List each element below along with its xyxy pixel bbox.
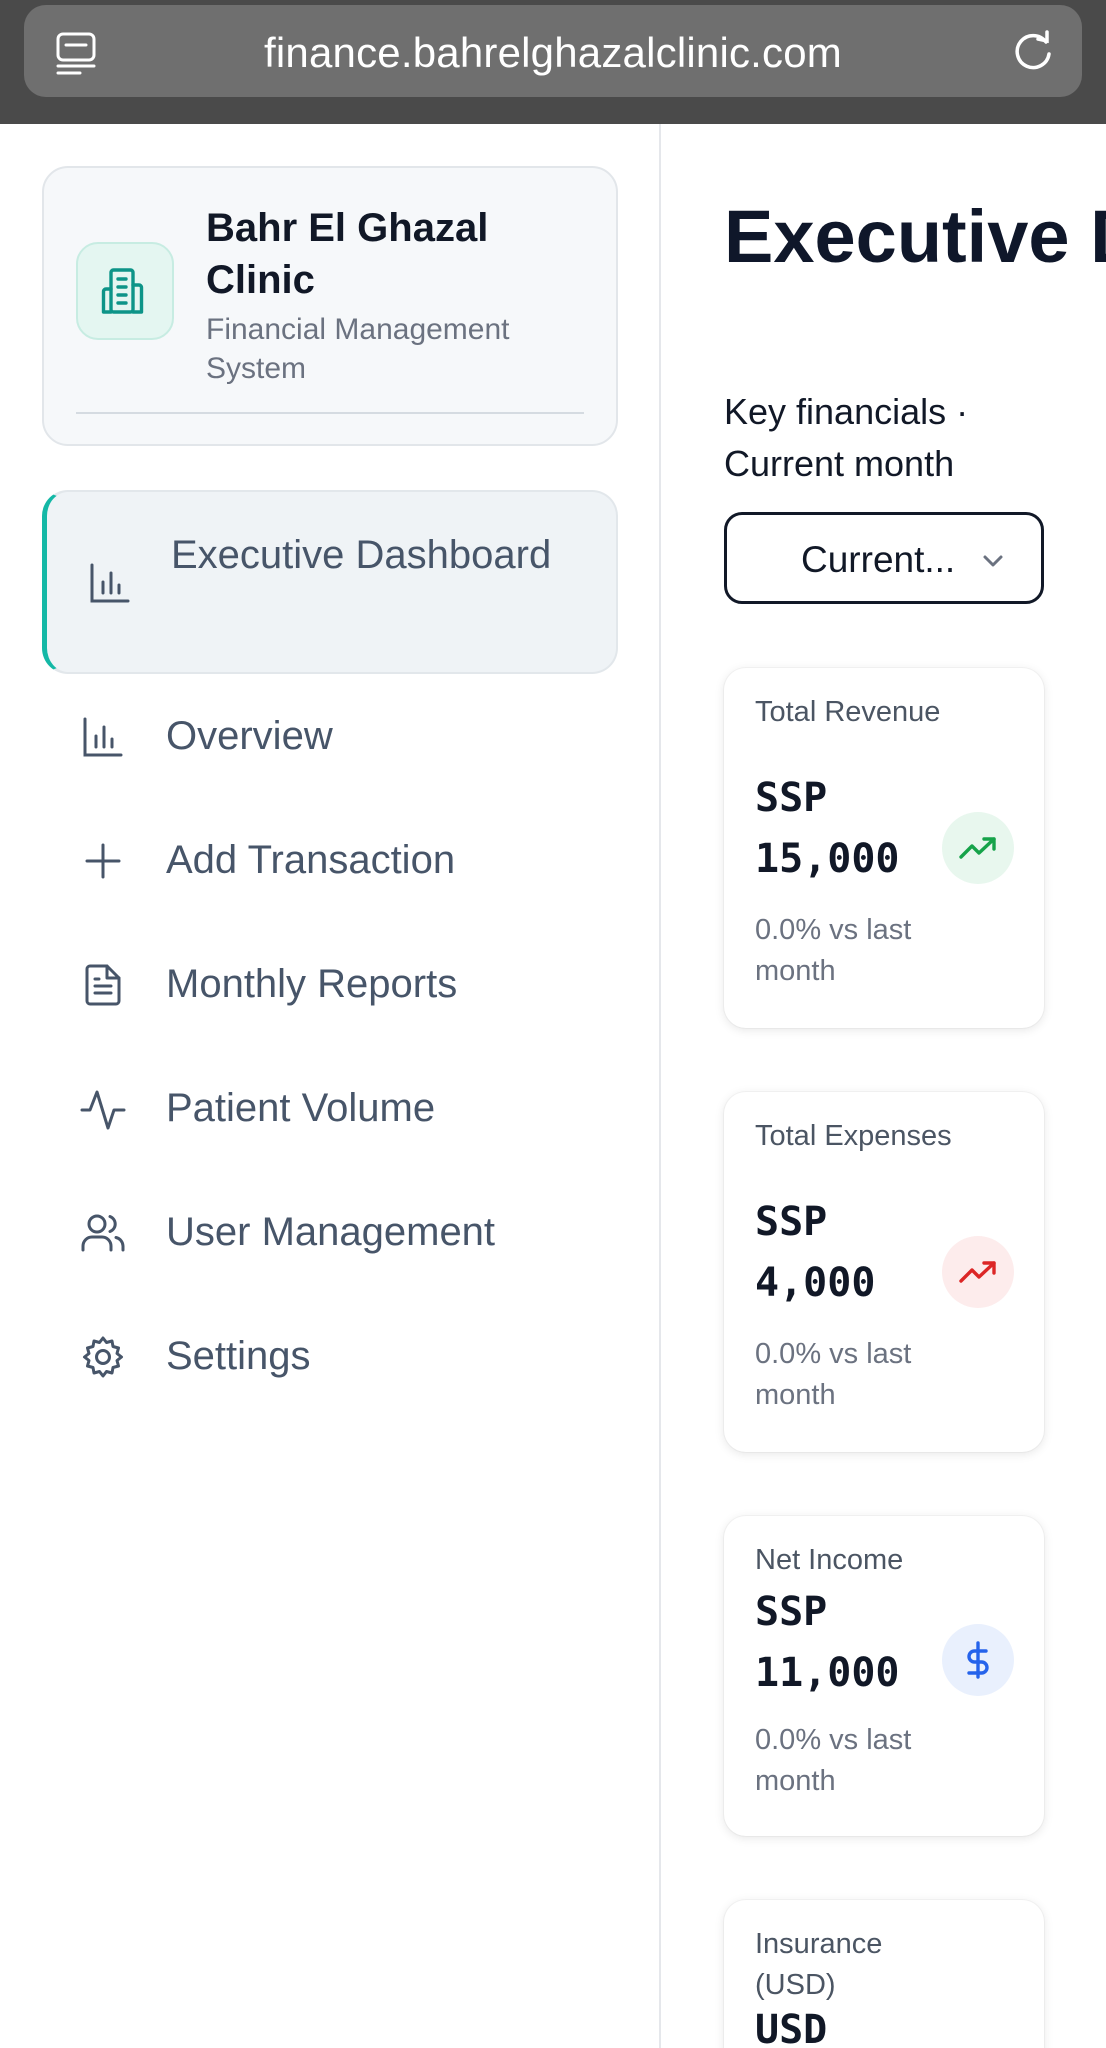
sidebar: Bahr El Ghazal Clinic Financial Manageme…	[0, 124, 661, 2048]
divider	[76, 412, 584, 414]
stat-card-total-expenses: Total Expenses SSP 4,000 0.0% vs last mo…	[724, 1092, 1044, 1452]
sidebar-item-executive-dashboard[interactable]: Executive Dashboard	[42, 490, 618, 674]
sidebar-item-label: Executive Dashboard	[171, 533, 552, 577]
stat-change: 0.0% vs last month	[755, 1338, 912, 1411]
activity-icon	[80, 1090, 126, 1130]
building-icon	[101, 268, 144, 314]
browser-toolbar: finance.bahrelghazalclinic.com	[0, 0, 1106, 124]
period-select-value: Current...	[801, 539, 956, 580]
stat-label: Net Income	[755, 1544, 904, 1576]
sidebar-item-settings[interactable]: Settings	[80, 1322, 640, 1392]
sidebar-item-overview[interactable]: Overview	[80, 702, 640, 772]
stat-label: Total Expenses	[755, 1120, 952, 1152]
stat-icon-badge	[942, 812, 1014, 884]
stat-change: 0.0% vs last month	[755, 1724, 912, 1797]
bar-chart-icon	[83, 717, 123, 757]
brand-subtitle: Financial Management System	[206, 313, 510, 385]
stat-card-net-income: Net Income SSP 11,000 0.0% vs last month	[724, 1516, 1044, 1836]
brand-logo	[76, 242, 174, 340]
stat-value: SSP 15,000	[755, 775, 900, 882]
sidebar-item-user-management[interactable]: User Management	[80, 1198, 640, 1268]
stat-value: USD	[755, 2007, 828, 2048]
sidebar-item-label: Patient Volume	[166, 1086, 436, 1130]
reload-icon[interactable]	[1008, 27, 1058, 77]
stat-value: SSP 11,000	[755, 1589, 900, 1696]
stat-label: Insurance (USD)	[755, 1928, 883, 2001]
dollar-icon	[967, 1641, 989, 1679]
stat-card-total-revenue: Total Revenue SSP 15,000 0.0% vs last mo…	[724, 668, 1044, 1028]
sidebar-item-label: Add Transaction	[166, 838, 456, 882]
document-icon	[85, 964, 121, 1006]
gear-icon	[83, 1336, 123, 1378]
stat-icon-badge	[942, 1236, 1014, 1308]
trending-up-icon	[959, 837, 996, 859]
main-content: Executive Dashboard Key financials · Cur…	[663, 124, 1106, 2048]
users-icon	[81, 1214, 125, 1252]
sidebar-item-label: Monthly Reports	[166, 962, 458, 1006]
brand-card: Bahr El Ghazal Clinic Financial Manageme…	[42, 166, 618, 446]
stat-card-insurance: Insurance (USD) USD	[724, 1900, 1044, 2048]
period-select[interactable]: Current...	[724, 512, 1044, 604]
sidebar-item-label: Settings	[166, 1334, 311, 1378]
sidebar-item-patient-volume[interactable]: Patient Volume	[80, 1074, 640, 1144]
sidebar-item-label: Overview	[166, 714, 333, 758]
sidebar-item-label: User Management	[166, 1210, 496, 1254]
sidebar-item-add-transaction[interactable]: Add Transaction	[80, 826, 640, 896]
stat-icon-badge	[942, 1624, 1014, 1696]
url-text[interactable]: finance.bahrelghazalclinic.com	[24, 29, 1082, 77]
sidebar-item-monthly-reports[interactable]: Monthly Reports	[80, 950, 640, 1020]
bar-chart-icon	[90, 563, 130, 603]
address-bar[interactable]: finance.bahrelghazalclinic.com	[24, 5, 1082, 97]
plus-icon	[85, 843, 121, 879]
stat-change: 0.0% vs last month	[755, 914, 912, 987]
stat-label: Total Revenue	[755, 696, 941, 728]
page-subtitle: Key financials · Current month	[724, 391, 969, 484]
chevron-down-icon	[983, 555, 1003, 567]
brand-title: Bahr El Ghazal Clinic	[206, 206, 489, 302]
trending-up-icon	[959, 1261, 996, 1283]
page-title: Executive Dashboard	[724, 195, 1106, 278]
stat-value: SSP 4,000	[755, 1199, 876, 1306]
